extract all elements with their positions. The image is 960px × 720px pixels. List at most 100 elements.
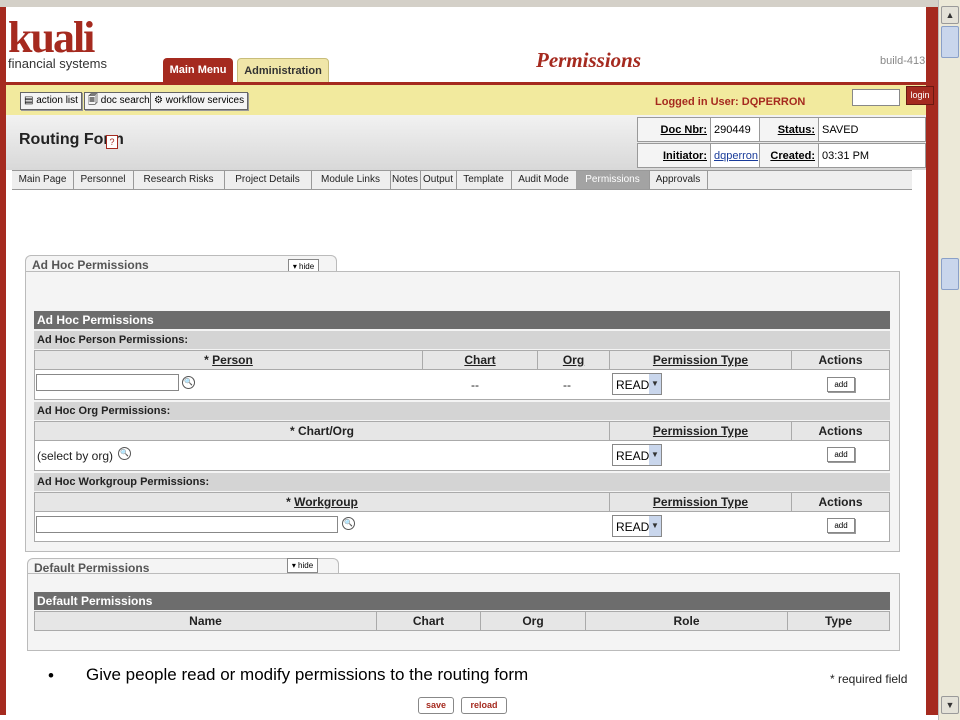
org-permissions-header: Ad Hoc Org Permissions: — [34, 402, 890, 420]
person-org-value: -- — [563, 378, 571, 392]
person-permissions-header: Ad Hoc Person Permissions: — [34, 331, 890, 349]
build-label: build-413 — [880, 55, 926, 67]
workflow-services-label: workflow services — [165, 95, 245, 106]
tab-notes[interactable]: Notes — [390, 171, 421, 189]
wg-col-actions: Actions — [791, 492, 890, 512]
col-actions: Actions — [791, 350, 890, 370]
logged-in-user: Logged in User: DQPERRON — [655, 96, 806, 108]
scroll-up-arrow-icon[interactable]: ▲ — [941, 6, 959, 24]
org-row — [34, 440, 890, 471]
col-chart-org-label: Chart/Org — [298, 424, 355, 438]
tab-personnel[interactable]: Personnel — [73, 171, 134, 189]
col-org-label[interactable]: Org — [563, 353, 584, 367]
created-label: Created: — [759, 143, 819, 168]
col-org: Org — [537, 350, 610, 370]
chevron-down-icon: ▼ — [649, 516, 661, 536]
action-list-label: action list — [36, 95, 78, 106]
chevron-down-icon: ▼ — [649, 374, 661, 394]
tab-module-links[interactable]: Module Links — [311, 171, 391, 189]
default-col-role: Role — [585, 611, 788, 631]
logo-subtitle: financial systems — [8, 56, 107, 71]
tab-output[interactable]: Output — [420, 171, 457, 189]
administration-tab[interactable]: Administration — [237, 58, 329, 84]
org-col-perm-label[interactable]: Permission Type — [653, 424, 748, 438]
doc-nbr-value: 290449 — [710, 117, 760, 142]
doc-nbr-label: Doc Nbr: — [637, 117, 711, 142]
required-marker: * — [204, 353, 209, 367]
created-value: 03:31 PM 05/10/2007 — [818, 143, 926, 187]
scroll-thumb-lower[interactable] — [941, 258, 959, 290]
org-col-permission-type: Permission Type — [609, 421, 792, 441]
doc-search-button[interactable]: 🗐 doc search — [84, 92, 154, 110]
col-person: * Person — [34, 350, 423, 370]
tab-main-page[interactable]: Main Page — [12, 171, 74, 189]
adhoc-panel-tab-label: Ad Hoc Permissions — [32, 258, 149, 272]
wg-col-perm-label[interactable]: Permission Type — [653, 495, 748, 509]
person-add-button[interactable]: add — [827, 377, 855, 392]
chevron-down-icon: ▼ — [649, 445, 661, 465]
required-field-note: * required field — [830, 672, 908, 686]
bullet-dot: • — [48, 666, 54, 685]
select-by-org-text: (select by org) — [37, 449, 114, 463]
tab-approvals[interactable]: Approvals — [649, 171, 708, 189]
col-person-label[interactable]: Person — [212, 353, 253, 367]
scroll-down-arrow-icon[interactable]: ▼ — [941, 696, 959, 714]
workgroup-permission-value: READ — [616, 520, 650, 534]
doc-search-label: doc search — [100, 95, 150, 106]
workgroup-lookup-icon[interactable]: 🔍 — [342, 517, 355, 530]
default-col-org: Org — [480, 611, 586, 631]
org-permission-value: READ — [616, 449, 650, 463]
person-permission-value: READ — [616, 378, 650, 392]
main-menu-tab[interactable]: Main Menu — [163, 58, 233, 82]
workgroup-input[interactable] — [36, 516, 338, 533]
right-frame-border — [926, 7, 938, 715]
app-header — [6, 7, 926, 85]
person-lookup-icon[interactable]: 🔍 — [182, 376, 195, 389]
tab-project-details[interactable]: Project Details — [224, 171, 312, 189]
org-lookup-icon[interactable]: 🔍 — [118, 447, 131, 460]
slide-bullet-text: Give people read or modify permissions t… — [86, 665, 529, 684]
col-chart-org: * Chart/Org — [34, 421, 610, 441]
default-col-name: Name — [34, 611, 377, 631]
login-button[interactable]: login — [906, 86, 934, 105]
page-title: Permissions — [536, 48, 642, 72]
scroll-thumb[interactable] — [941, 26, 959, 58]
initiator-link[interactable]: dqperron — [710, 143, 760, 168]
status-value: SAVED — [818, 117, 926, 142]
status-label: Status: — [759, 117, 819, 142]
col-chart: Chart — [422, 350, 538, 370]
login-input[interactable] — [852, 89, 900, 106]
col-workgroup-label[interactable]: Workgroup — [294, 495, 358, 509]
tab-permissions[interactable]: Permissions — [576, 171, 650, 189]
reload-button[interactable]: reload — [461, 697, 507, 714]
person-chart-value: -- — [471, 378, 479, 392]
person-input[interactable] — [36, 374, 179, 391]
save-button[interactable]: save — [418, 697, 454, 714]
default-hide-button[interactable]: ▾ hide — [287, 558, 318, 573]
col-chart-label[interactable]: Chart — [464, 353, 495, 367]
tab-research-risks[interactable]: Research Risks — [133, 171, 225, 189]
org-permission-select[interactable]: READ ▼ — [612, 444, 662, 466]
col-perm-label[interactable]: Permission Type — [653, 353, 748, 367]
org-col-actions: Actions — [791, 421, 890, 441]
col-permission-type: Permission Type — [609, 350, 792, 370]
initiator-label: Initiator: — [637, 143, 711, 168]
workflow-services-button[interactable]: ⚙ workflow services — [150, 92, 249, 110]
col-workgroup: * Workgroup — [34, 492, 610, 512]
tab-audit-mode[interactable]: Audit Mode — [511, 171, 577, 189]
default-col-type: Type — [787, 611, 890, 631]
vertical-scrollbar[interactable]: ▲ ▼ — [938, 0, 960, 720]
action-list-button[interactable]: ▤ action list — [20, 92, 82, 110]
org-add-button[interactable]: add — [827, 447, 855, 462]
help-icon[interactable]: ? — [106, 135, 118, 149]
workgroup-permission-select[interactable]: READ ▼ — [612, 515, 662, 537]
required-marker: * — [289, 424, 295, 438]
adhoc-section-header: Ad Hoc Permissions — [34, 311, 890, 329]
document-tab-bar: Main Page Personnel Research Risks Proje… — [12, 170, 912, 190]
workgroup-add-button[interactable]: add — [827, 518, 855, 533]
default-col-chart: Chart — [376, 611, 481, 631]
tab-template[interactable]: Template — [456, 171, 512, 189]
wg-col-permission-type: Permission Type — [609, 492, 792, 512]
workgroup-permissions-header: Ad Hoc Workgroup Permissions: — [34, 473, 890, 491]
person-permission-select[interactable]: READ ▼ — [612, 373, 662, 395]
